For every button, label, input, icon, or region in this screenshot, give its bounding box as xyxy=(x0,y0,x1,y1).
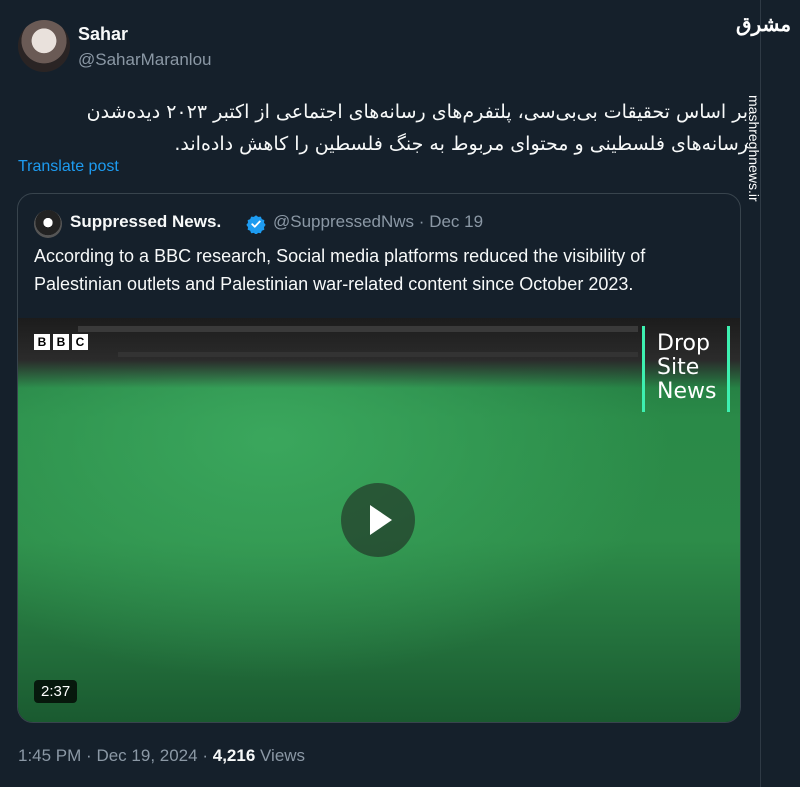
play-button[interactable] xyxy=(341,483,415,557)
quoted-date[interactable]: Dec 19 xyxy=(429,212,483,231)
post-date[interactable]: Dec 19, 2024 xyxy=(96,746,197,765)
video-player[interactable]: B B C Drop Site News 2:37 xyxy=(18,318,740,722)
quoted-author-name[interactable]: Suppressed News. xyxy=(70,212,221,232)
post-time[interactable]: 1:45 PM xyxy=(18,746,81,765)
quoted-separator: · xyxy=(418,212,425,231)
logo-line: Drop xyxy=(657,331,710,356)
meta-separator: · xyxy=(202,746,208,765)
tweet-text-line-1: بر اساس تحقیقات بی‌بی‌سی، پلتفرم‌های رسا… xyxy=(86,101,748,123)
author-avatar[interactable] xyxy=(18,20,70,72)
quoted-author-handle-row: @SuppressedNws · Dec 19 xyxy=(273,212,483,232)
tweet-text: بر اساس تحقیقات بی‌بی‌سی، پلتفرم‌های رسا… xyxy=(40,96,748,160)
author-handle[interactable]: @SaharMaranlou xyxy=(78,50,212,70)
verified-badge-icon xyxy=(246,215,266,234)
post-metadata: 1:45 PM · Dec 19, 2024 · 4,216 Views xyxy=(18,746,305,766)
tweet-text-line-2: رسانه‌های فلسطینی و محتوای مربوط به جنگ … xyxy=(174,133,748,155)
drop-site-news-logo: Drop Site News xyxy=(642,326,730,412)
quoted-author-avatar[interactable] xyxy=(34,210,62,238)
quoted-post-text: According to a BBC research, Social medi… xyxy=(34,246,646,294)
translate-post-link[interactable]: Translate post xyxy=(18,158,119,176)
bbc-letter: C xyxy=(72,334,88,350)
logo-line: News xyxy=(657,379,717,404)
quoted-author-handle[interactable]: @SuppressedNws xyxy=(273,212,414,231)
bbc-logo: B B C xyxy=(34,334,88,350)
bbc-letter: B xyxy=(53,334,69,350)
watermark-rail xyxy=(760,0,800,787)
studio-lighting-rig xyxy=(18,318,740,388)
meta-separator: · xyxy=(86,746,92,765)
watermark-logo: مشرق xyxy=(736,12,792,36)
views-count: 4,216 xyxy=(212,746,256,765)
video-duration: 2:37 xyxy=(34,680,78,703)
views-label: Views xyxy=(260,746,306,765)
quoted-post-card[interactable]: Suppressed News. @SuppressedNws · Dec 19… xyxy=(17,193,741,723)
bbc-letter: B xyxy=(34,334,50,350)
logo-line: Site xyxy=(657,355,700,380)
author-name[interactable]: Sahar xyxy=(78,24,128,45)
watermark-url: mashreghnews.ir xyxy=(746,95,762,202)
